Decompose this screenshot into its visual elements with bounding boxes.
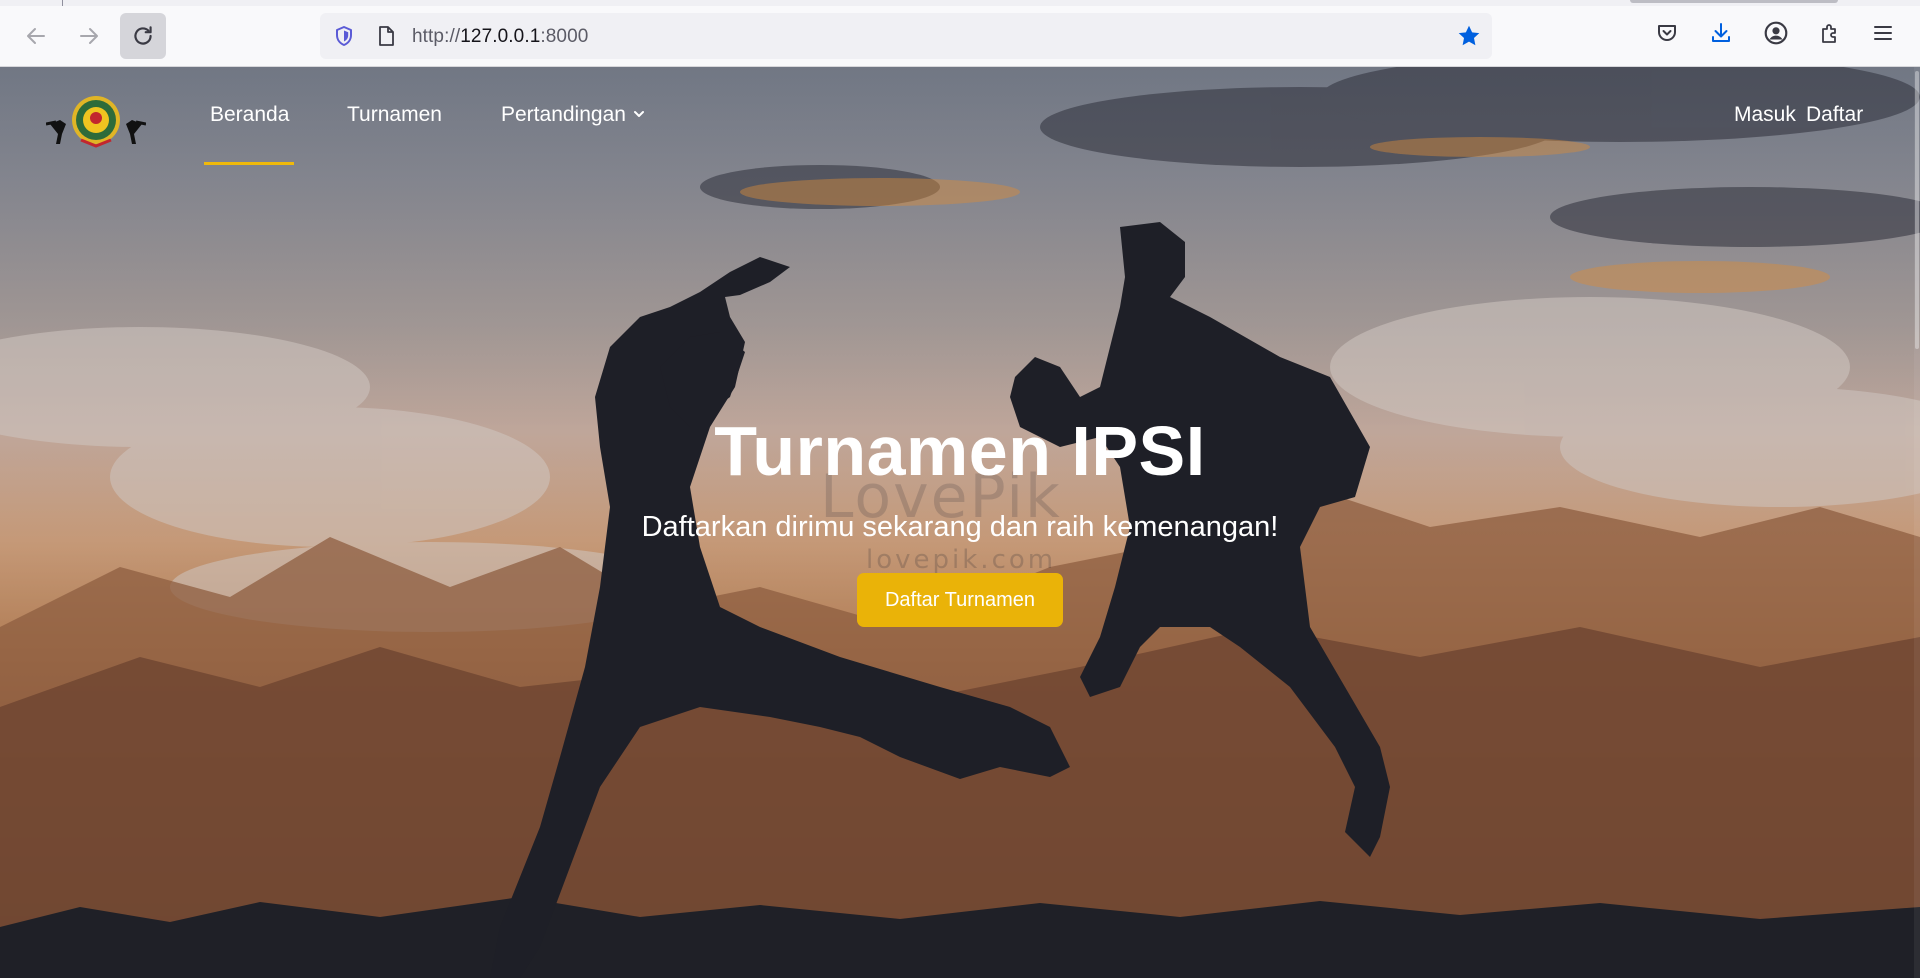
register-tournament-button[interactable]: Daftar Turnamen (857, 573, 1063, 627)
scrollbar-thumb[interactable] (1915, 71, 1919, 349)
hero-title: Turnamen IPSI (714, 412, 1206, 490)
browser-toolbar: http://127.0.0.1:8000 (0, 0, 1920, 67)
page-icon[interactable] (374, 24, 398, 53)
hero-subtitle: Daftarkan dirimu sekarang dan raih kemen… (641, 511, 1279, 543)
nav-pertandingan[interactable]: Pertandingan (501, 103, 646, 133)
forward-button[interactable] (66, 13, 112, 59)
back-button[interactable] (13, 13, 59, 59)
address-bar[interactable]: http://127.0.0.1:8000 (320, 13, 1492, 59)
extensions-icon[interactable] (1816, 19, 1844, 47)
download-icon[interactable] (1707, 19, 1735, 47)
tab-strip (0, 0, 1920, 6)
back-arrow-icon (27, 28, 45, 44)
ipsi-logo[interactable] (46, 94, 146, 150)
login-link[interactable]: Masuk (1734, 103, 1796, 127)
hero-section: LovePik lovepik.com Beranda Turnamen Per… (0, 67, 1920, 978)
nav-pertandingan-label: Pertandingan (501, 103, 626, 126)
reload-icon (134, 26, 152, 45)
nav-turnamen[interactable]: Turnamen (347, 103, 442, 133)
page-scrollbar[interactable] (1914, 67, 1920, 978)
bookmark-star-icon[interactable] (1456, 23, 1482, 54)
account-icon[interactable] (1762, 19, 1790, 47)
cloud-layer (700, 67, 1920, 247)
menu-icon[interactable] (1869, 19, 1897, 47)
url-host: 127.0.0.1 (460, 26, 541, 47)
reload-button[interactable] (120, 13, 166, 59)
url-port: :8000 (540, 26, 589, 47)
tracking-shield-icon[interactable] (332, 24, 356, 53)
watermark-text: lovepik.com (866, 545, 1057, 575)
active-nav-indicator (204, 162, 294, 165)
nav-beranda[interactable]: Beranda (210, 103, 289, 133)
pocket-icon[interactable] (1653, 19, 1681, 47)
url-scheme: http:// (412, 26, 461, 47)
forward-arrow-icon (80, 28, 98, 44)
tab-divider (62, 0, 63, 6)
chevron-down-icon (632, 103, 646, 127)
url-text[interactable]: http://127.0.0.1:8000 (412, 26, 588, 48)
register-link[interactable]: Daftar (1806, 103, 1863, 127)
tab-hint (1630, 0, 1838, 3)
